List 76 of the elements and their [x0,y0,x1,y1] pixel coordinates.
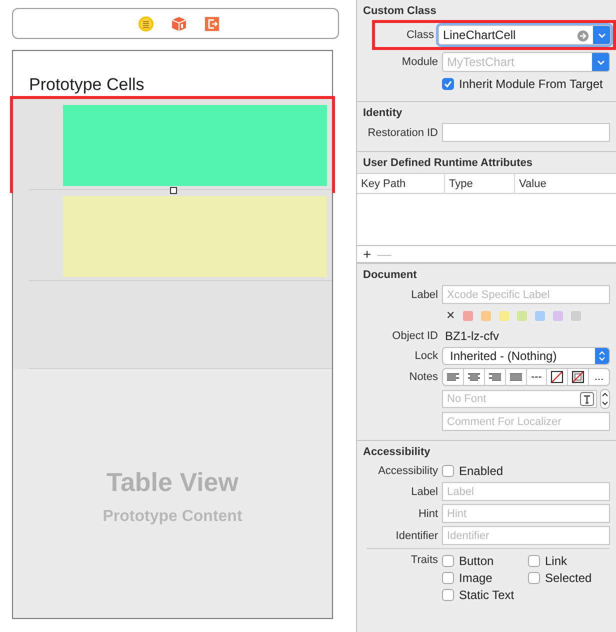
color-swatch[interactable] [463,310,473,320]
placeholder-title: Table View [106,467,238,498]
field-label: Accessibility [377,464,438,476]
align-right-icon [488,372,502,382]
field-label: Object ID [391,330,438,342]
checkbox-label: Link [545,554,568,568]
checkmark-icon [444,80,452,88]
more-menu-button[interactable]: ... [589,369,609,385]
field-label: Label [410,486,438,498]
text-field[interactable]: Hint [442,504,610,523]
color-swatch[interactable] [571,310,581,320]
field-label: Hint [417,508,438,520]
table-cell[interactable] [13,281,332,369]
field-label: Restoration ID [366,126,438,138]
slashed-square-icon [572,371,584,383]
combo-box[interactable]: MyTestChart [442,52,610,72]
field-label: Identifier [394,530,438,542]
field-label: Lock [414,350,438,362]
align-center-icon [466,372,481,382]
text-field[interactable]: Xcode Specific Label [442,285,610,304]
add-button[interactable]: + [363,247,372,261]
combo-box[interactable]: LineChartCell [438,25,611,45]
section-header: Accessibility [362,445,432,460]
stepper-icon[interactable] [600,389,610,409]
checkbox-label: Image [459,571,492,585]
up-down-arrows-icon [598,350,606,362]
resize-handle[interactable] [170,187,177,194]
color-swatch[interactable] [553,310,563,320]
font-picker-icon[interactable] [580,392,594,406]
text-field[interactable] [442,123,610,142]
checkbox[interactable] [528,555,540,567]
section-header: Identity [362,106,404,121]
column-header: Type [445,174,515,193]
section-header: User Defined Runtime Attributes [362,156,534,171]
text-button[interactable]: --- [526,369,548,385]
clear-color-button[interactable]: ✕ [446,309,455,322]
checkbox-label: Selected [545,571,592,585]
checkbox-label: Enabled [459,464,504,478]
checkbox[interactable] [442,78,454,90]
column-header: Value [515,174,616,193]
section-header: Prototype Cells [29,75,144,95]
column-header: Key Path [357,174,445,193]
exit-icon[interactable] [204,16,220,32]
go-arrow-icon[interactable] [577,30,589,42]
color-swatch[interactable] [481,310,491,320]
color-swatch[interactable] [517,310,527,320]
text-field[interactable]: Label [442,482,610,501]
popup-button[interactable]: Inherited - (Nothing) [442,347,610,365]
section-header: Custom Class [362,4,438,19]
checkbox[interactable] [442,555,454,567]
checkbox[interactable] [528,572,540,584]
field-label: Traits [410,554,438,566]
text-field[interactable]: Comment For Localizer [442,412,610,431]
section-header: Document [362,268,418,283]
font-field[interactable]: No Font [442,390,597,408]
checkbox[interactable] [442,572,454,584]
slashed-square-icon [551,371,564,383]
color-swatch[interactable] [535,310,545,320]
align-left-icon [446,372,460,382]
field-label: Notes [408,371,438,383]
cube-icon[interactable] [170,16,186,32]
object-id-value: BZ1-lz-cfv [444,328,500,342]
view-controller-icon[interactable] [138,16,154,32]
checkbox-label: Static Text [459,588,514,602]
text-field[interactable]: Identifier [442,526,610,545]
checkbox-label: Button [459,554,494,568]
checkbox-label: Inherit Module From Target [459,76,603,90]
field-label: Module [400,56,438,68]
table-cell[interactable] [13,99,332,190]
field-label: Label [410,288,438,300]
field-label: Class [405,29,434,41]
checkbox[interactable] [442,464,454,476]
checkbox[interactable] [442,589,454,601]
table-cell[interactable] [13,190,332,281]
justify-icon [508,372,523,382]
color-swatch[interactable] [499,310,509,320]
